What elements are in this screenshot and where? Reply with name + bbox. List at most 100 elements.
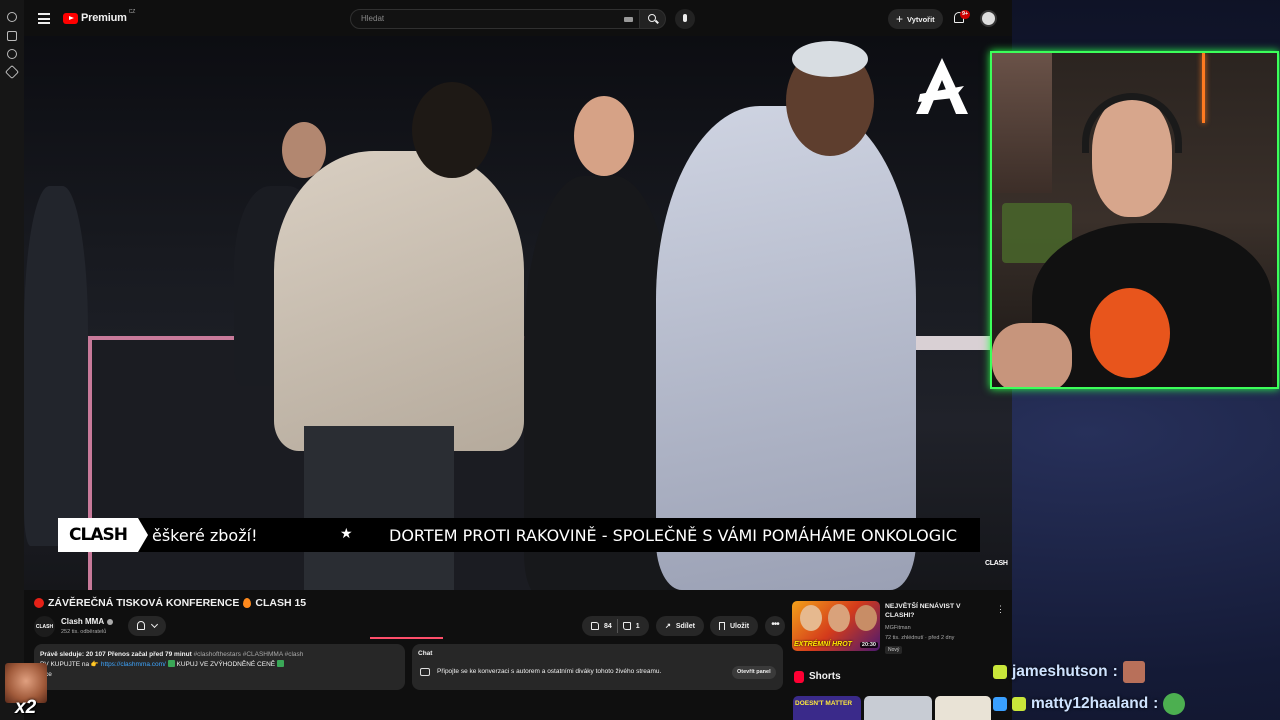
youtube-logo[interactable]: Premium CZ [63,9,136,24]
channel-name-text: Clash MMA [61,617,105,626]
description-prefix: PV KUPUJTE na 👉 [40,661,100,668]
streamer-arm [992,323,1072,387]
chat-title: Chat [418,650,433,657]
streamer-webcam [990,51,1279,389]
top-bar: Premium CZ Hledat + Vytvořit 9+ [24,0,1012,36]
bookmark-icon [719,622,725,630]
star-icon[interactable] [4,64,20,80]
account-avatar[interactable] [980,10,997,27]
share-button[interactable]: ↗ Sdílet [656,616,704,636]
menu-icon[interactable] [38,13,50,27]
webcam-light-strip [1202,53,1205,123]
show-more-link[interactable]: více [40,670,399,680]
clash-brand-icon [916,58,968,114]
news-ticker: CLASH ěškeré zboží! ★ DORTEM PROTI RAKOV… [58,518,980,552]
thumbnail-label: EXTRÉMNÍ HROT [794,641,852,648]
recommended-title[interactable]: NEJVĚTŠÍ NENÁVIST V CLASHI? [885,602,985,620]
person-grey-hair [792,41,868,77]
recommended-thumbnail[interactable]: EXTRÉMNÍ HROT 20:30 [792,601,880,651]
video-duration: 20:30 [859,642,878,648]
video-title: ZÁVĚREČNÁ TISKOVÁ KONFERENCE CLASH 15 [34,597,306,609]
folder-icon[interactable] [7,31,17,41]
hashtags[interactable]: #clashofthestars #CLASHMMA #clash [194,651,304,658]
chat-badge-icon [993,697,1007,711]
webcam-background-wall [992,53,1052,193]
live-progress-line [370,637,443,639]
corner-watermark: CLASH [985,560,1008,567]
check-icon [167,660,175,667]
divider [616,619,618,633]
chat-badge-icon [993,665,1007,679]
extension-icon[interactable] [7,12,17,22]
more-actions-icon[interactable]: ••• [765,616,785,636]
chat-panel-teaser: Chat Připojte se ke konverzaci s autorem… [412,644,783,690]
chat-username: jameshutson [1012,663,1108,680]
short-thumbnail[interactable] [864,696,932,720]
subscriber-count: 252 tis. odběratelů [61,629,107,635]
shirt-print [1090,288,1170,378]
chat-badge-icon [1012,697,1026,711]
voice-search-icon[interactable] [675,9,695,29]
headphones-icon [1082,93,1182,153]
save-button[interactable]: Uložit [710,616,759,636]
create-label: Vytvořit [907,14,935,24]
overlay-chat-message: jameshutson : [993,661,1145,683]
subscription-bell-button[interactable] [128,616,166,636]
shorts-heading: Shorts [809,671,841,682]
verified-icon [107,618,114,625]
logo-country: CZ [128,9,136,15]
stream-screen: Premium CZ Hledat + Vytvořit 9+ CLASH ěš… [0,0,1280,720]
fire-icon [243,598,252,608]
description-line-2: PV KUPUJTE na 👉 https://clashmma.com/ KU… [40,660,399,670]
recommended-menu-icon[interactable]: ⋮ [996,604,1005,615]
description-suffix: KUPUJ VE ZVÝHODNĚNÉ CENĚ [176,661,276,668]
search-placeholder: Hledat [361,14,385,23]
live-dot-icon [34,598,44,608]
person-middle-head [574,96,634,176]
chat-bubble-icon [420,668,430,676]
short-thumbnail[interactable]: DOESN'T MATTER [793,696,861,720]
share-label: Sdílet [675,622,695,630]
chat-description: Připojte se ke konverzaci s autorem a os… [437,668,662,675]
ticker-text-left: ěškeré zboží! [152,526,258,545]
notifications-badge: 9+ [960,10,971,19]
chat-username: matty12haaland [1031,695,1149,712]
title-left: ZÁVĚREČNÁ TISKOVÁ KONFERENCE [48,597,240,609]
video-player[interactable]: CLASH ěškeré zboží! ★ DORTEM PROTI RAKOV… [24,36,1012,590]
description-line-1: Právě sleduje: 20 107 Přenos začal před … [40,650,399,660]
share-icon: ↗ [665,623,671,630]
shop-link[interactable]: https://clashmma.com/ [101,661,166,668]
open-chat-button[interactable]: Otevřít panel [732,666,776,679]
ticker-logo: CLASH [58,518,148,552]
history-icon[interactable] [7,49,17,59]
search-button[interactable] [640,9,666,29]
chat-emote-icon [1122,661,1145,683]
search-input[interactable]: Hledat [350,9,640,29]
description-box[interactable]: Právě sleduje: 20 107 Přenos začal před … [34,644,405,690]
ticker-star-icon: ★ [340,525,353,541]
short-thumbnail[interactable] [935,696,991,720]
keyboard-icon[interactable] [624,17,633,22]
chat-separator: : [1112,663,1118,680]
channel-avatar[interactable]: CLASH [34,616,55,637]
channel-name[interactable]: Clash MMA [61,617,114,626]
logo-text: Premium [81,12,127,24]
recommended-channel[interactable]: MGFitman [885,625,911,631]
chat-separator: : [1153,695,1159,712]
dislike-count: 1 [635,622,640,630]
like-dislike-buttons[interactable]: 84 1 [582,616,649,636]
plus-icon: + [896,12,904,26]
thumbs-down-icon[interactable] [622,622,631,630]
person-left-edge [24,186,88,546]
shorts-icon [794,671,804,683]
youtube-play-icon [63,12,78,24]
chevron-down-icon [150,620,159,629]
person-beige-trousers [304,426,454,590]
search-icon [648,14,656,22]
check-icon [276,660,284,667]
thumbs-up-icon[interactable] [591,622,599,630]
create-button[interactable]: + Vytvořit [888,9,943,29]
bell-icon [137,621,145,630]
title-right: CLASH 15 [255,597,307,609]
person-beige-head [412,82,492,178]
